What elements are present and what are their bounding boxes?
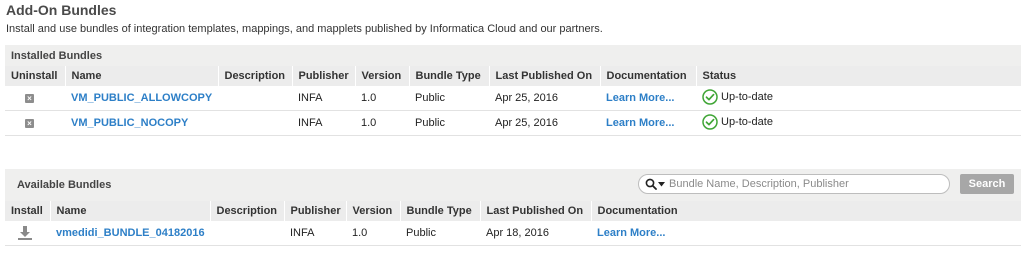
- col-header-version[interactable]: Version: [346, 201, 401, 221]
- col-header-version[interactable]: Version: [355, 66, 410, 86]
- installed-bundles-header: Installed Bundles: [5, 45, 1021, 66]
- bundle-name-cell: VM_PUBLIC_NOCOPY: [65, 110, 218, 136]
- col-header-documentation[interactable]: Documentation: [600, 66, 697, 86]
- bundle-type-cell: Public: [409, 110, 489, 136]
- col-header-bundle-type[interactable]: Bundle Type: [400, 201, 481, 221]
- col-header-name[interactable]: Name: [65, 66, 219, 86]
- last-published-cell: Apr 25, 2016: [489, 86, 600, 111]
- col-header-publisher[interactable]: Publisher: [292, 66, 356, 86]
- status-cell: Up-to-date: [696, 110, 1021, 136]
- bundle-name-link[interactable]: vmedidi_BUNDLE_04182016: [56, 227, 205, 239]
- installed-bundles-table: Uninstall Name Description Publisher Ver…: [5, 66, 1021, 136]
- version-cell: 1.0: [346, 221, 400, 246]
- status-cell: Up-to-date: [696, 86, 1021, 111]
- installed-table-header-row: Uninstall Name Description Publisher Ver…: [5, 66, 1021, 86]
- bundle-name-link[interactable]: VM_PUBLIC_NOCOPY: [71, 117, 188, 129]
- bundle-type-cell: Public: [409, 86, 489, 111]
- search-box[interactable]: [638, 174, 950, 194]
- table-row: × VM_PUBLIC_ALLOWCOPY INFA 1.0 Public Ap…: [5, 86, 1021, 111]
- description-cell: [210, 221, 284, 246]
- uninstall-cell: ×: [5, 110, 65, 136]
- check-circle-icon: [702, 113, 718, 130]
- install-cell: [5, 221, 50, 246]
- description-cell: [218, 86, 292, 111]
- add-on-bundles-page: Add-On Bundles Install and use bundles o…: [0, 0, 1021, 260]
- bundle-type-cell: Public: [400, 221, 480, 246]
- table-row: vmedidi_BUNDLE_04182016 INFA 1.0 Public …: [5, 221, 1021, 246]
- status-text: Up-to-date: [721, 90, 773, 103]
- available-bundles-table: Install Name Description Publisher Versi…: [5, 201, 1021, 246]
- publisher-cell: INFA: [292, 86, 355, 111]
- search-icon: [645, 178, 657, 190]
- col-header-description[interactable]: Description: [210, 201, 285, 221]
- check-circle-icon: [702, 88, 718, 105]
- learn-more-link[interactable]: Learn More...: [606, 92, 674, 104]
- status-indicator: Up-to-date: [702, 113, 773, 130]
- col-header-last-published[interactable]: Last Published On: [480, 201, 592, 221]
- description-cell: [218, 110, 292, 136]
- publisher-cell: INFA: [292, 110, 355, 136]
- table-row: × VM_PUBLIC_NOCOPY INFA 1.0 Public Apr 2…: [5, 110, 1021, 136]
- col-header-publisher[interactable]: Publisher: [284, 201, 347, 221]
- page-subtitle: Install and use bundles of integration t…: [6, 23, 603, 35]
- col-header-uninstall: Uninstall: [5, 66, 66, 86]
- download-icon[interactable]: [17, 225, 33, 241]
- col-header-install: Install: [5, 201, 51, 221]
- bundle-name-cell: vmedidi_BUNDLE_04182016: [50, 221, 210, 246]
- uninstall-x-icon[interactable]: ×: [25, 93, 34, 103]
- col-header-name[interactable]: Name: [50, 201, 211, 221]
- uninstall-x-icon[interactable]: ×: [25, 118, 34, 128]
- available-bundles-header-bar: Available Bundles Search: [5, 169, 1021, 201]
- last-published-cell: Apr 25, 2016: [489, 110, 600, 136]
- col-header-bundle-type[interactable]: Bundle Type: [409, 66, 490, 86]
- bundle-name-link[interactable]: VM_PUBLIC_ALLOWCOPY: [71, 92, 212, 104]
- col-header-last-published[interactable]: Last Published On: [489, 66, 601, 86]
- learn-more-link[interactable]: Learn More...: [606, 117, 674, 129]
- uninstall-cell: ×: [5, 86, 65, 111]
- page-title: Add-On Bundles: [6, 2, 117, 18]
- last-published-cell: Apr 18, 2016: [480, 221, 591, 246]
- available-table-header-row: Install Name Description Publisher Versi…: [5, 201, 1021, 221]
- col-header-description[interactable]: Description: [218, 66, 293, 86]
- installed-bundles-section: Installed Bundles Uninstall Name Descrip…: [5, 45, 1021, 136]
- version-cell: 1.0: [355, 86, 409, 111]
- available-bundles-section: Available Bundles Search: [5, 169, 1021, 246]
- bundle-name-cell: VM_PUBLIC_ALLOWCOPY: [65, 86, 218, 111]
- version-cell: 1.0: [355, 110, 409, 136]
- documentation-cell: Learn More...: [600, 86, 696, 111]
- status-indicator: Up-to-date: [702, 88, 773, 105]
- search-input[interactable]: [669, 178, 939, 190]
- learn-more-link[interactable]: Learn More...: [597, 227, 665, 239]
- available-bundles-header: Available Bundles: [17, 179, 112, 191]
- search-button[interactable]: Search: [960, 174, 1014, 194]
- documentation-cell: Learn More...: [600, 110, 696, 136]
- documentation-cell: Learn More...: [591, 221, 1021, 246]
- status-text: Up-to-date: [721, 115, 773, 128]
- search-icon-dropdown[interactable]: [645, 178, 665, 190]
- publisher-cell: INFA: [284, 221, 346, 246]
- col-header-documentation[interactable]: Documentation: [591, 201, 1021, 221]
- col-header-status[interactable]: Status: [696, 66, 1021, 86]
- caret-down-icon: [658, 181, 665, 186]
